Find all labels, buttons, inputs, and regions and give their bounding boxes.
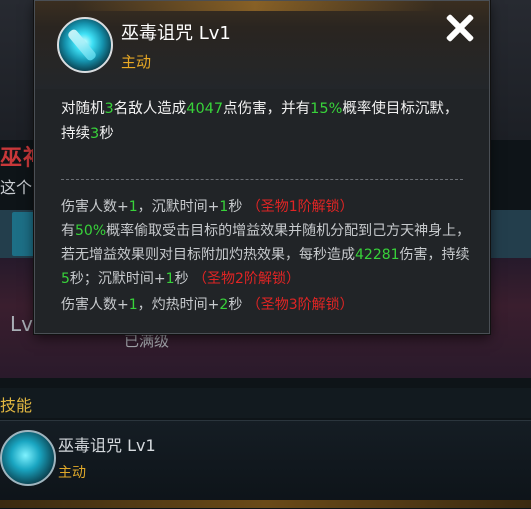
skill-detail-popup: 巫毒诅咒 Lv1 主动 对随机3名敌人造成4047点伤害，并有15%概率使目标沉… bbox=[34, 0, 490, 334]
upgrade-value: 1 bbox=[165, 271, 175, 287]
upgrade-text: 秒 bbox=[228, 199, 247, 215]
desc-damage-value: 4047 bbox=[186, 101, 224, 117]
upgrade-text: ，沉默时间+ bbox=[137, 199, 220, 215]
upgrade-text: 有 bbox=[61, 223, 75, 239]
upgrade-value: 5 bbox=[61, 271, 70, 287]
close-icon[interactable] bbox=[443, 11, 477, 45]
upgrade-value: 1 bbox=[128, 199, 138, 215]
upgrade-value: 50% bbox=[75, 223, 107, 239]
desc-target-count: 3 bbox=[104, 101, 114, 117]
desc-text: 秒 bbox=[99, 126, 114, 142]
background-tab-button[interactable] bbox=[12, 212, 36, 256]
desc-text: 点伤害，并有 bbox=[223, 101, 311, 117]
popup-skill-name: 巫毒诅咒 Lv1 bbox=[121, 23, 231, 44]
skills-section-header: 技能 bbox=[0, 388, 531, 418]
skill-icon[interactable] bbox=[0, 430, 56, 486]
upgrade-text: 伤害人数+ bbox=[61, 297, 129, 313]
skill-icon bbox=[57, 17, 113, 73]
upgrade-text: 伤害，持续 bbox=[399, 247, 470, 263]
desc-text: 名敌人造成 bbox=[113, 101, 187, 117]
skill-list-name: 巫毒诅咒 Lv1 bbox=[58, 436, 156, 455]
upgrade-value: 2 bbox=[219, 297, 229, 313]
upgrade-value: 42281 bbox=[355, 247, 400, 263]
skill-main-description: 对随机3名敌人造成4047点伤害，并有15%概率使目标沉默，持续3秒 bbox=[61, 97, 471, 147]
desc-duration-value: 3 bbox=[90, 126, 100, 142]
skill-list-type: 主动 bbox=[58, 465, 86, 481]
upgrade-text: 秒 bbox=[228, 297, 247, 313]
skills-section-title: 技能 bbox=[0, 396, 33, 415]
divider bbox=[61, 179, 463, 180]
upgrade-text: ，灼热时间+ bbox=[137, 297, 220, 313]
upgrade-text: 秒 bbox=[174, 271, 194, 287]
upgrade-text: 秒；沉默时间+ bbox=[69, 271, 166, 287]
upgrade-value: 1 bbox=[128, 297, 138, 313]
upgrade-line: 有50%概率偷取受击目标的增益效果并随机分配到己方天神身上，若无增益效果则对目标… bbox=[61, 219, 471, 291]
popup-skill-type: 主动 bbox=[121, 53, 152, 71]
unlock-requirement: （圣物3阶解锁） bbox=[246, 297, 354, 313]
unlock-requirement: （圣物1阶解锁） bbox=[246, 199, 354, 215]
upgrade-line: 伤害人数+1，沉默时间+1秒 （圣物1阶解锁） bbox=[61, 195, 471, 219]
background-desc: 这个 bbox=[0, 178, 33, 197]
desc-text: 对随机 bbox=[61, 101, 105, 117]
upgrade-text: 伤害人数+ bbox=[61, 199, 129, 215]
upgrade-line: 伤害人数+1，灼热时间+2秒 （圣物3阶解锁） bbox=[61, 293, 471, 317]
desc-chance-value: 15% bbox=[310, 101, 343, 117]
unlock-requirement: （圣物2阶解锁） bbox=[193, 271, 300, 287]
skill-list-bottom-bar bbox=[0, 500, 531, 508]
upgrade-value: 1 bbox=[219, 199, 229, 215]
